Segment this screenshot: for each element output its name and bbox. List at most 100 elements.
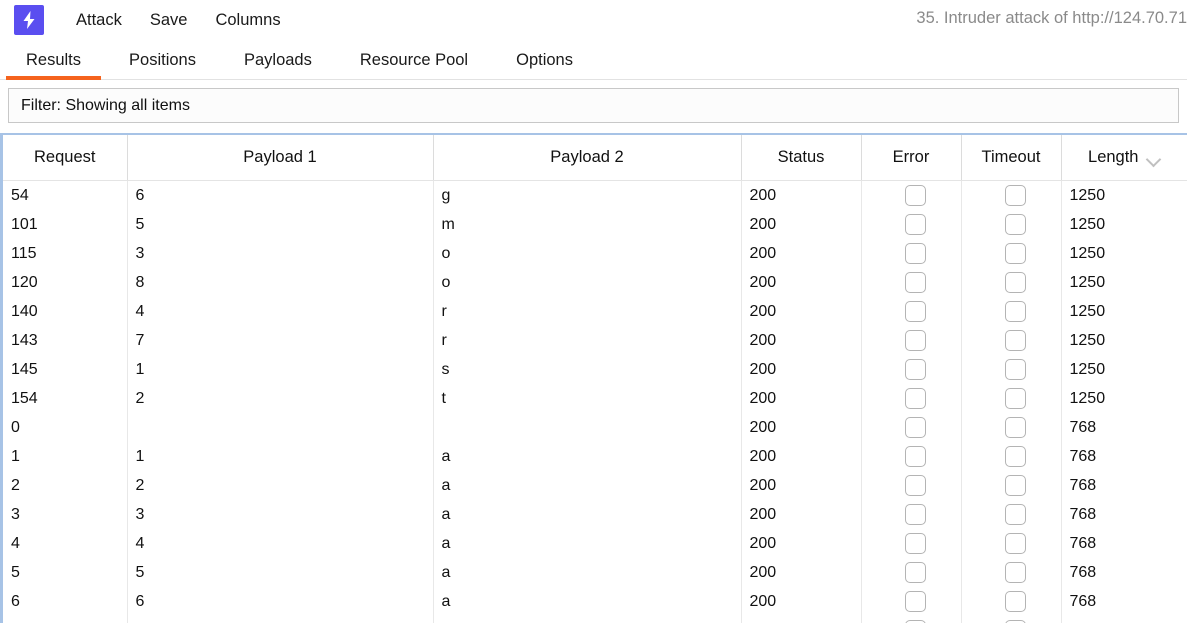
column-header-request[interactable]: Request — [3, 135, 128, 181]
table-row[interactable]: 140 4 r 200 1250 — [3, 296, 1187, 326]
column-header-length-label: Length — [1088, 147, 1139, 166]
error-checkbox[interactable] — [904, 532, 926, 554]
error-checkbox[interactable] — [904, 619, 926, 623]
cell-payload-1: 1 — [127, 354, 434, 384]
table-row[interactable]: 101 5 m 200 1250 — [3, 209, 1187, 239]
error-checkbox[interactable] — [904, 416, 926, 438]
cell-payload-2: a — [433, 470, 742, 500]
cell-payload-2: t — [433, 383, 742, 413]
table-row[interactable]: 5 5 a 200 768 — [3, 557, 1187, 587]
table-row[interactable]: 77a200768 — [3, 615, 1187, 623]
results-table-container: Request Payload 1 Payload 2 Status Error… — [0, 133, 1187, 623]
table-row[interactable]: 154 2 t 200 1250 — [3, 383, 1187, 413]
timeout-checkbox[interactable] — [1004, 503, 1026, 525]
timeout-checkbox[interactable] — [1004, 213, 1026, 235]
column-header-error[interactable]: Error — [861, 135, 962, 181]
cell-status: 200 — [741, 209, 862, 239]
cell-status: 200 — [741, 528, 862, 558]
error-checkbox[interactable] — [904, 358, 926, 380]
cell-timeout — [961, 383, 1062, 413]
cell-status: 200 — [741, 383, 862, 413]
cell-length: 1250 — [1069, 215, 1106, 233]
table-row[interactable]: 120 8 o 200 1250 — [3, 267, 1187, 297]
error-checkbox[interactable] — [904, 474, 926, 496]
cell-payload-1: 5 — [127, 557, 434, 587]
cell-status: 200 — [741, 296, 862, 326]
error-checkbox[interactable] — [904, 242, 926, 264]
tab-positions[interactable]: Positions — [105, 40, 220, 80]
cell-payload-1 — [127, 412, 434, 442]
table-row[interactable]: 1 1 a 200 768 — [3, 441, 1187, 471]
menu-item-attack[interactable]: Attack — [62, 8, 136, 33]
cell-payload-1: 1 — [127, 441, 434, 471]
table-row[interactable]: 143 7 r 200 1250 — [3, 325, 1187, 355]
error-checkbox[interactable] — [904, 590, 926, 612]
cell-error — [861, 557, 962, 587]
tab-payloads[interactable]: Payloads — [220, 40, 336, 80]
cell-timeout — [961, 557, 1062, 587]
cell-payload-1: 8 — [127, 267, 434, 297]
timeout-checkbox[interactable] — [1004, 242, 1026, 264]
tab-results[interactable]: Results — [2, 40, 105, 80]
error-checkbox[interactable] — [904, 213, 926, 235]
timeout-checkbox[interactable] — [1004, 590, 1026, 612]
timeout-checkbox[interactable] — [1004, 416, 1026, 438]
timeout-checkbox[interactable] — [1004, 387, 1026, 409]
timeout-checkbox[interactable] — [1004, 561, 1026, 583]
table-row[interactable]: 54 6 g 200 1250 — [3, 180, 1187, 210]
cell-timeout — [961, 412, 1062, 442]
timeout-checkbox[interactable] — [1004, 619, 1026, 623]
column-header-payload-2[interactable]: Payload 2 — [433, 135, 742, 181]
timeout-checkbox[interactable] — [1004, 474, 1026, 496]
error-checkbox[interactable] — [904, 184, 926, 206]
column-header-timeout[interactable]: Timeout — [961, 135, 1062, 181]
cell-error — [861, 470, 962, 500]
table-row[interactable]: 115 3 o 200 1250 — [3, 238, 1187, 268]
menu-bar: Attack Save Columns 35. Intruder attack … — [0, 0, 1187, 40]
column-header-payload-1[interactable]: Payload 1 — [127, 135, 434, 181]
cell-status: 200 — [741, 615, 862, 623]
error-checkbox[interactable] — [904, 445, 926, 467]
error-checkbox[interactable] — [904, 561, 926, 583]
cell-payload-1: 3 — [127, 499, 434, 529]
cell-status: 200 — [741, 412, 862, 442]
timeout-checkbox[interactable] — [1004, 300, 1026, 322]
error-checkbox[interactable] — [904, 503, 926, 525]
table-row[interactable]: 2 2 a 200 768 — [3, 470, 1187, 500]
table-row[interactable]: 6 6 a 200 768 — [3, 586, 1187, 616]
table-row[interactable]: 3 3 a 200 768 — [3, 499, 1187, 529]
table-row[interactable]: 145 1 s 200 1250 — [3, 354, 1187, 384]
timeout-checkbox[interactable] — [1004, 271, 1026, 293]
table-row[interactable]: 0 200 768 — [3, 412, 1187, 442]
window-title: 35. Intruder attack of http://124.70.71 — [916, 9, 1187, 27]
cell-timeout — [961, 354, 1062, 384]
tab-resource-pool[interactable]: Resource Pool — [336, 40, 492, 80]
cell-length: 1250 — [1069, 244, 1106, 262]
timeout-checkbox[interactable] — [1004, 445, 1026, 467]
column-header-length[interactable]: Length — [1061, 135, 1187, 181]
cell-timeout — [961, 470, 1062, 500]
cell-error — [861, 354, 962, 384]
error-checkbox[interactable] — [904, 271, 926, 293]
error-checkbox[interactable] — [904, 300, 926, 322]
cell-error — [861, 499, 962, 529]
timeout-checkbox[interactable] — [1004, 329, 1026, 351]
cell-request: 143 — [3, 325, 128, 355]
cell-status: 200 — [741, 180, 862, 210]
timeout-checkbox[interactable] — [1004, 358, 1026, 380]
cell-error — [861, 180, 962, 210]
menu-item-columns[interactable]: Columns — [201, 8, 294, 33]
tab-options[interactable]: Options — [492, 40, 597, 80]
error-checkbox[interactable] — [904, 329, 926, 351]
error-checkbox[interactable] — [904, 387, 926, 409]
filter-bar[interactable]: Filter: Showing all items — [8, 88, 1179, 123]
cell-payload-2: m — [433, 209, 742, 239]
cell-request: 5 — [3, 557, 128, 587]
table-row[interactable]: 4 4 a 200 768 — [3, 528, 1187, 558]
column-header-status[interactable]: Status — [741, 135, 862, 181]
timeout-checkbox[interactable] — [1004, 532, 1026, 554]
cell-status: 200 — [741, 325, 862, 355]
menu-item-save[interactable]: Save — [136, 8, 202, 33]
timeout-checkbox[interactable] — [1004, 184, 1026, 206]
cell-status: 200 — [741, 557, 862, 587]
